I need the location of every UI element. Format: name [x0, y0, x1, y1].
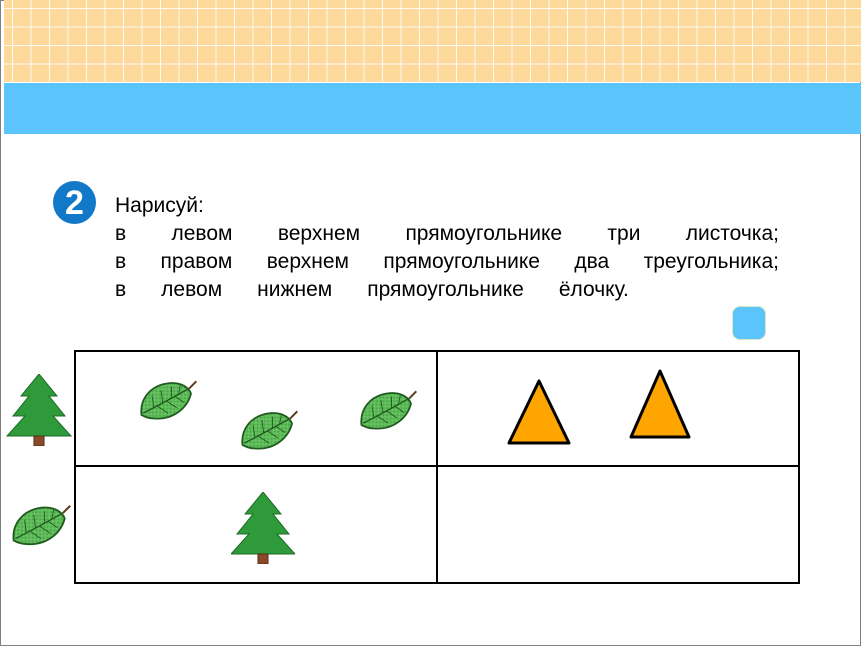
grid-paper-band — [4, 0, 861, 82]
grid-divider-vertical — [436, 350, 438, 584]
word: в — [115, 222, 127, 245]
fir-tree-icon — [6, 374, 72, 446]
word: верхнем — [277, 222, 361, 245]
nav-square-button[interactable] — [733, 307, 765, 339]
fir-tree-icon — [231, 492, 295, 564]
task-title: Нарисуй: — [115, 194, 204, 217]
leaf-icon — [241, 410, 299, 450]
word: листочка; — [685, 222, 779, 245]
word: в — [115, 250, 127, 273]
task-line-1: в левом верхнем прямоугольнике три листо… — [115, 220, 779, 248]
task-number-badge: 2 — [53, 181, 96, 224]
word: три — [607, 222, 641, 245]
word: два — [574, 250, 610, 273]
word: правом — [160, 250, 233, 273]
word: левом — [161, 278, 223, 301]
task-number: 2 — [65, 183, 84, 222]
word: нижнем — [257, 278, 333, 301]
word: верхнем — [266, 250, 349, 273]
grid-divider-horizontal — [74, 465, 800, 467]
leaf-icon — [12, 504, 72, 546]
task-line-3: в левом нижнем прямоугольнике ёлочку. — [115, 276, 779, 304]
leaf-icon — [140, 380, 198, 420]
word: прямоугольнике — [367, 278, 524, 301]
blue-header-band — [4, 83, 861, 134]
word: ёлочку. — [558, 278, 629, 301]
task-line-2: в правом верхнем прямоугольнике два треу… — [115, 248, 779, 276]
word: левом — [171, 222, 233, 245]
word: прямоугольнике — [383, 250, 540, 273]
word: прямоугольнике — [405, 222, 563, 245]
task-text: Нарисуй: в левом верхнем прямоугольнике … — [115, 192, 779, 304]
word: в — [115, 278, 127, 301]
triangle-icon — [629, 369, 691, 439]
leaf-icon — [360, 390, 418, 430]
word: треугольника; — [643, 250, 779, 273]
triangle-icon — [507, 379, 571, 445]
